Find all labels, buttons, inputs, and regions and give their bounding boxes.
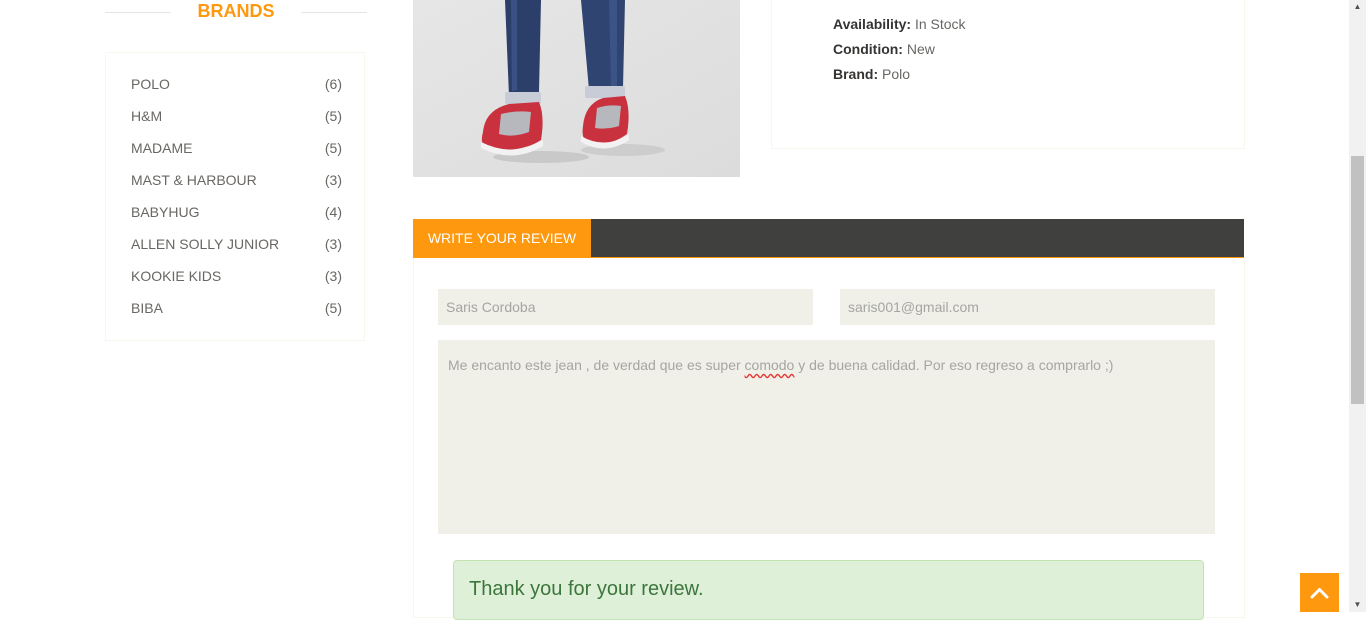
brand-label: Brand: (833, 66, 879, 82)
brands-list: POLO (6) H&M (5) MADAME (5) MAST & HARBO… (105, 52, 365, 341)
brand-item-kookie-kids[interactable]: KOOKIE KIDS (3) (131, 268, 342, 288)
tab-write-review[interactable]: Write Your Review (413, 219, 591, 258)
product-image (413, 0, 740, 177)
triangle-down-icon[interactable]: ▼ (1349, 598, 1366, 612)
brand-count: (3) (324, 268, 342, 284)
brand-name[interactable]: POLO (131, 76, 170, 92)
scroll-to-top-button[interactable] (1300, 573, 1339, 612)
name-input[interactable]: Saris Cordoba (438, 289, 813, 325)
triangle-up-icon[interactable]: ▲ (1349, 0, 1366, 14)
brand-item-babyhug[interactable]: BABYHUG (4) (131, 204, 342, 224)
heading-divider-right (301, 12, 367, 13)
brand-name[interactable]: MADAME (131, 140, 192, 156)
brand-name[interactable]: BIBA (131, 300, 163, 316)
brand-name[interactable]: MAST & HARBOUR (131, 172, 257, 188)
condition-line: Condition: New (833, 41, 935, 57)
condition-label: Condition: (833, 41, 903, 57)
brand-item-mast-harbour[interactable]: MAST & HARBOUR (3) (131, 172, 342, 192)
email-input[interactable]: saris001@gmail.com (840, 289, 1215, 325)
success-alert: Thank you for your review. (453, 560, 1204, 620)
brand-item-hm[interactable]: H&M (5) (131, 108, 342, 128)
review-text-end: y de buena calidad. Por eso regreso a co… (794, 357, 1114, 373)
scrollbar-thumb[interactable] (1351, 156, 1364, 404)
product-details: Availability: In Stock Condition: New Br… (771, 0, 1245, 149)
vertical-scrollbar[interactable]: ▲ ▼ (1349, 0, 1366, 612)
brand-name[interactable]: BABYHUG (131, 204, 199, 220)
brand-item-polo[interactable]: POLO (6) (131, 76, 342, 96)
chevron-up-icon (1310, 588, 1329, 599)
review-textarea[interactable]: Me encanto este jean , de verdad que es … (438, 340, 1215, 534)
brand-count: (4) (324, 204, 342, 220)
brand-item-madame[interactable]: MADAME (5) (131, 140, 342, 160)
brand-count: (6) (324, 76, 342, 92)
brand-count: (5) (324, 140, 342, 156)
review-text-start: Me encanto este jean , de verdad que es … (448, 357, 745, 373)
jeans-sneakers-illustration (413, 0, 740, 177)
brand-item-allen-solly-junior[interactable]: ALLEN SOLLY JUNIOR (3) (131, 236, 342, 256)
brand-value: Polo (882, 66, 911, 82)
availability-line: Availability: In Stock (833, 16, 966, 32)
condition-value: New (906, 41, 935, 57)
brand-name[interactable]: ALLEN SOLLY JUNIOR (131, 236, 279, 252)
brand-name[interactable]: H&M (131, 108, 162, 124)
brand-line: Brand: Polo (833, 66, 910, 82)
brand-item-biba[interactable]: BIBA (5) (131, 300, 342, 320)
misspelled-word: comodo (744, 357, 795, 373)
brand-count: (5) (324, 300, 342, 316)
brand-count: (3) (324, 172, 342, 188)
brand-count: (3) (324, 236, 342, 252)
brand-count: (5) (324, 108, 342, 124)
brands-heading: Brands (105, 0, 367, 26)
availability-label: Availability: (833, 16, 912, 32)
review-tab-bar: Write Your Review (413, 219, 1244, 258)
brand-name[interactable]: KOOKIE KIDS (131, 268, 221, 284)
availability-value: In Stock (914, 16, 966, 32)
